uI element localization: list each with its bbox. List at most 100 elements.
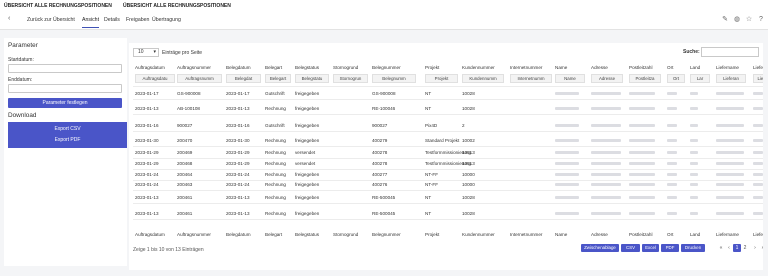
start-date-input[interactable] bbox=[8, 64, 122, 73]
table-row-divider bbox=[133, 99, 763, 100]
column-filter-input[interactable]: Belegstatu bbox=[295, 74, 329, 83]
column-header[interactable]: Projekt bbox=[425, 65, 439, 70]
table-action-button[interactable]: PDF bbox=[661, 244, 679, 252]
table-cell: freigegeben bbox=[295, 106, 320, 111]
column-header[interactable]: Kundennummer bbox=[462, 65, 495, 70]
page-link[interactable]: › bbox=[752, 244, 758, 252]
table-row-divider bbox=[133, 219, 763, 220]
column-filter-input[interactable]: Adresse bbox=[591, 74, 623, 83]
search-input[interactable] bbox=[701, 47, 759, 57]
table-cell: 200469 bbox=[177, 150, 193, 155]
star-icon[interactable]: ☆ bbox=[745, 16, 753, 24]
download-heading: Download bbox=[8, 112, 37, 119]
redacted-value bbox=[716, 151, 744, 154]
table-cell: 10028 bbox=[462, 91, 475, 96]
column-filter-input[interactable]: Name bbox=[555, 74, 585, 83]
redacted-value bbox=[629, 151, 655, 154]
table-cell: 200461 bbox=[177, 195, 193, 200]
redacted-value bbox=[555, 139, 579, 142]
column-header[interactable]: Liefername bbox=[716, 65, 739, 70]
redacted-value bbox=[591, 124, 621, 127]
column-filter-input[interactable]: Lar bbox=[690, 74, 710, 83]
table-cell: 10000 bbox=[462, 182, 475, 187]
column-header[interactable]: Belegdatum bbox=[226, 65, 251, 70]
column-header[interactable]: Ort bbox=[667, 65, 673, 70]
table-action-button[interactable]: Excel bbox=[642, 244, 659, 252]
table-cell: 400279 bbox=[372, 138, 388, 143]
apply-parameters-button[interactable]: Parameter festlegen bbox=[8, 98, 122, 108]
help-icon[interactable]: ? bbox=[757, 16, 765, 24]
page-length-select[interactable]: 10 ▾ bbox=[133, 48, 159, 57]
table-action-button[interactable]: Zwischenablage bbox=[581, 244, 619, 252]
page-link[interactable]: ‹ bbox=[726, 244, 732, 252]
column-header[interactable]: Belegnummer bbox=[372, 65, 401, 70]
column-filter-input[interactable]: Postleitza bbox=[629, 74, 661, 83]
tab-approvals[interactable]: Freigaben bbox=[126, 17, 149, 23]
redacted-value bbox=[716, 173, 744, 176]
column-header[interactable]: Name bbox=[555, 65, 567, 70]
tab-back-to-overview[interactable]: Zurück zur Übersicht bbox=[27, 17, 75, 23]
pencil-icon[interactable]: ✎ bbox=[721, 16, 729, 24]
page-link[interactable]: » bbox=[760, 244, 763, 252]
column-header[interactable]: Lieferad bbox=[753, 65, 763, 70]
column-header[interactable]: Auftragsdatum bbox=[135, 65, 165, 70]
column-filter-input[interactable]: Internetnumm bbox=[510, 74, 552, 83]
table-cell: 10000 bbox=[462, 172, 475, 177]
table-row-divider bbox=[133, 190, 763, 191]
page-link[interactable]: 2 bbox=[741, 244, 749, 252]
column-filter-input[interactable]: Kundennumm bbox=[462, 74, 504, 83]
redacted-value bbox=[667, 212, 677, 215]
footer-column-header: Land bbox=[690, 232, 701, 237]
column-filter-input[interactable]: Liefer bbox=[753, 74, 763, 83]
column-header[interactable]: Stornogrund bbox=[333, 65, 358, 70]
column-filter-input[interactable]: Belegnumm bbox=[372, 74, 416, 83]
redacted-value bbox=[716, 92, 744, 95]
footer-column-header: Belegdatum bbox=[226, 232, 251, 237]
globe-icon[interactable]: ◍ bbox=[733, 16, 741, 24]
end-date-input[interactable] bbox=[8, 84, 122, 93]
page-link[interactable]: « bbox=[718, 244, 724, 252]
column-filter-input[interactable]: Ort bbox=[667, 74, 685, 83]
table-cell: freigegeben bbox=[295, 195, 320, 200]
column-filter-input[interactable]: Auftragsnumm bbox=[177, 74, 222, 83]
tab-details[interactable]: Details bbox=[104, 17, 120, 23]
table-cell: 10013 bbox=[462, 150, 475, 155]
table-cell: freigegeben bbox=[295, 91, 320, 96]
column-header[interactable]: Internetnummer bbox=[510, 65, 542, 70]
parameter-heading: Parameter bbox=[8, 42, 38, 49]
table-cell: RE-500045 bbox=[372, 211, 396, 216]
chevron-left-icon[interactable]: ‹ bbox=[8, 15, 10, 22]
table-action-button[interactable]: CSV bbox=[621, 244, 640, 252]
column-header[interactable]: Postleitzahl bbox=[629, 65, 653, 70]
table-panel: 10 ▾ Einträge pro Seite Suche: Auftragsda… bbox=[129, 43, 763, 270]
footer-column-header: Lieferad bbox=[753, 232, 763, 237]
redacted-value bbox=[555, 107, 579, 110]
redacted-value bbox=[591, 162, 621, 165]
tab-transfer[interactable]: Übertragung bbox=[152, 17, 181, 23]
export-group: Export CSV Export PDF bbox=[8, 122, 127, 148]
column-header[interactable]: Adresse bbox=[591, 65, 608, 70]
export-csv-button[interactable]: Export CSV bbox=[8, 126, 127, 132]
export-pdf-button[interactable]: Export PDF bbox=[8, 137, 127, 143]
tab-view[interactable]: Ansicht bbox=[82, 17, 100, 28]
redacted-value bbox=[591, 183, 621, 186]
column-filter-input[interactable]: Stornogrun bbox=[333, 74, 368, 83]
table-cell: freigegeben bbox=[295, 138, 320, 143]
column-header[interactable]: Belegart bbox=[265, 65, 282, 70]
table-cell: 400278 bbox=[372, 150, 388, 155]
column-header[interactable]: Land bbox=[690, 65, 700, 70]
column-filter-input[interactable]: Belegdat bbox=[226, 74, 261, 83]
column-filter-input[interactable]: Lieferan bbox=[716, 74, 746, 83]
column-header[interactable]: Auftragsnummer bbox=[177, 65, 211, 70]
redacted-value bbox=[716, 124, 744, 127]
redacted-value bbox=[753, 196, 763, 199]
column-header[interactable]: Belegstatus bbox=[295, 65, 319, 70]
table-cell: versendet bbox=[295, 161, 316, 166]
page-link[interactable]: 1 bbox=[733, 244, 741, 252]
table-action-button[interactable]: Drucken bbox=[681, 244, 705, 252]
column-filter-input[interactable]: Belegart bbox=[265, 74, 291, 83]
footer-column-header: Postleitzahl bbox=[629, 232, 653, 237]
redacted-value bbox=[555, 183, 579, 186]
column-filter-input[interactable]: Projekt bbox=[425, 74, 458, 83]
column-filter-input[interactable]: Auftragsdatu bbox=[135, 74, 175, 83]
